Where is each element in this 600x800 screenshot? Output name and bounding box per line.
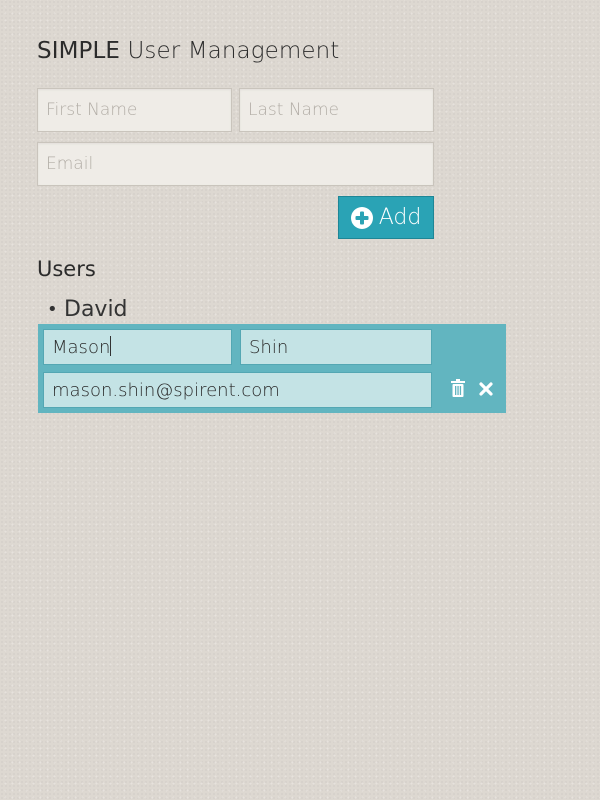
edit-first-name-input[interactable] [43, 329, 232, 365]
user-name: David [64, 297, 128, 322]
users-heading: Users [37, 257, 96, 281]
bullet-icon: • [47, 299, 58, 320]
page-title-strong: SIMPLE [37, 38, 121, 64]
add-button[interactable]: Add [338, 196, 434, 239]
last-name-input[interactable] [239, 88, 434, 132]
edit-user-panel [38, 324, 506, 413]
list-item[interactable]: • David [37, 296, 507, 324]
page-title-rest: User Management [127, 38, 340, 64]
delete-button[interactable] [448, 379, 468, 401]
plus-circle-icon [350, 206, 373, 229]
email-input[interactable] [37, 142, 434, 186]
trash-icon [451, 379, 465, 401]
edit-last-name-input[interactable] [240, 329, 432, 365]
cancel-button[interactable] [476, 379, 496, 401]
first-name-input[interactable] [37, 88, 232, 132]
add-button-label: Add [378, 205, 422, 230]
user-list: • David [37, 296, 507, 324]
close-icon [479, 381, 493, 400]
text-caret [110, 336, 111, 356]
page-title: SIMPLE User Management [37, 38, 339, 64]
edit-email-input[interactable] [43, 372, 432, 408]
